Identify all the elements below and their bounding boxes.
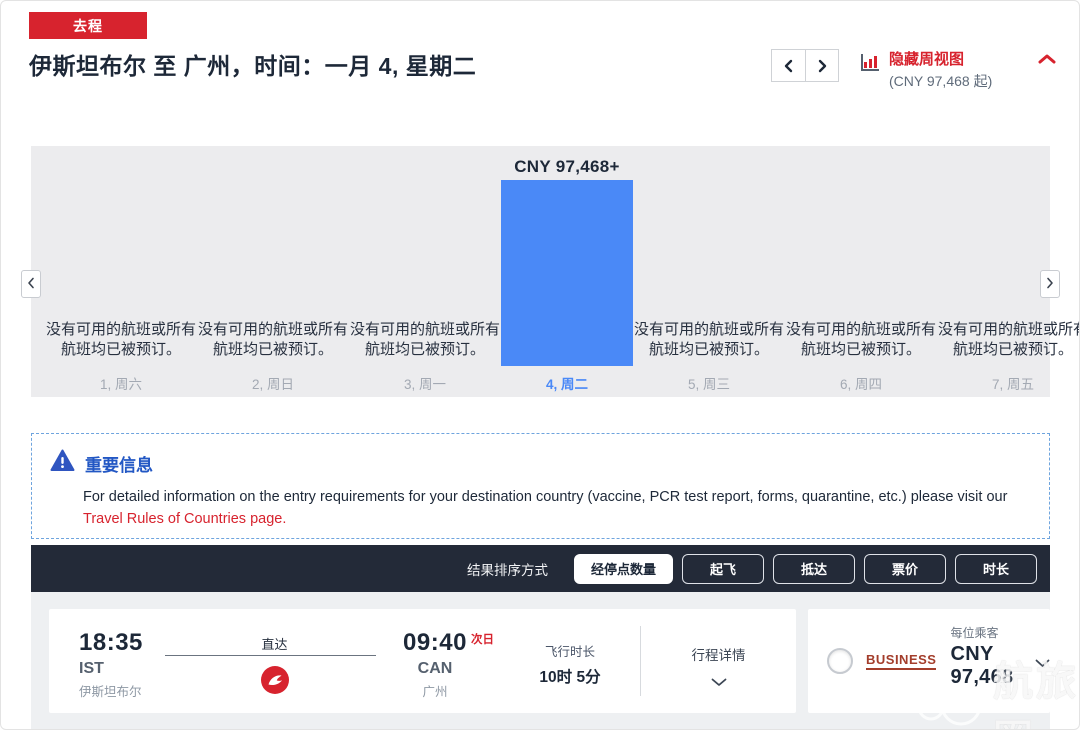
chevron-down-icon [1035,655,1050,673]
sort-button-price[interactable]: 票价 [864,553,946,584]
week-fare-chart: 没有可用的航班或所有航班均已被预订。 1, 周六 没有可用的航班或所有航班均已被… [21,146,1079,397]
sort-button-stops[interactable]: 经停点数量 [573,553,673,584]
chevron-right-icon [1046,277,1054,292]
cabin-class-label[interactable]: BUSINESS [866,652,937,670]
departure-airport-code: IST [79,660,104,677]
no-flights-message: 没有可用的航班或所有航班均已被预订。 [197,321,348,359]
sort-button-arrival[interactable]: 抵达 [773,553,855,584]
chart-day-column-2[interactable]: 没有可用的航班或所有航班均已被预订。 2, 周日 [197,146,349,397]
chevron-down-icon [641,674,796,692]
flight-result-row: 18:35 IST 伊斯坦布尔 直达 09:40 次日 CAN 广州 飞行时长 … [49,609,796,713]
weekview-toggle-label: 隐藏周视图 [889,51,965,68]
tab-outbound-label: 去程 [73,17,103,34]
route-block: 直达 [165,609,376,713]
arrival-block: 09:40 次日 CAN 广州 [370,609,500,713]
day-label-5: 5, 周三 [687,377,730,392]
fare-radio-button[interactable] [827,648,853,674]
sort-button-departure[interactable]: 起飞 [682,553,764,584]
day-label-1: 1, 周六 [99,377,142,392]
no-flights-message: 没有可用的航班或所有航班均已被预订。 [45,321,196,359]
departure-time: 18:35 [79,629,143,656]
weekview-toggle[interactable]: 隐藏周视图 (CNY 97,468 起) [859,48,1056,91]
page-title: 伊斯坦布尔 至 广州，时间：一月 4, 星期二 [29,53,477,79]
fare-card-business: BUSINESS 每位乘客 CNY 97,468 [808,609,1050,713]
fare-bar[interactable] [501,180,633,366]
next-date-button[interactable] [805,49,839,82]
per-passenger-label: 每位乘客 [950,625,999,640]
details-label: 行程详情 [691,648,746,663]
departure-block: 18:35 IST 伊斯坦布尔 [49,609,179,713]
day-label-6: 6, 周四 [839,377,882,392]
sort-label: 结果排序方式 [466,562,548,578]
chart-day-column-3[interactable]: 没有可用的航班或所有航班均已被预订。 3, 周一 [349,146,501,397]
duration-value: 10时 5分 [539,669,601,686]
chevron-left-icon [27,277,35,292]
stops-label: 直达 [261,637,288,652]
week-next-button[interactable] [1040,270,1060,298]
notice-title: 重要信息 [85,455,153,475]
duration-block: 飞行时长 10时 5分 [500,609,640,713]
fare-price: CNY 97,468 [950,642,1014,688]
results-section: 18:35 IST 伊斯坦布尔 直达 09:40 次日 CAN 广州 飞行时长 … [31,592,1050,729]
chevron-right-icon [817,59,828,73]
no-flights-message: 没有可用的航班或所有航班均已被预订。 [937,321,1080,359]
warning-icon [50,449,75,477]
date-nav [771,49,839,82]
chart-day-column-1[interactable]: 没有可用的航班或所有航班均已被预订。 1, 周六 [45,146,197,397]
week-prev-button[interactable] [21,270,41,298]
departure-city: 伊斯坦布尔 [79,685,142,699]
day-label-3: 3, 周一 [403,377,446,392]
airline-logo-icon [260,665,290,700]
day-label-4: 4, 周二 [545,377,588,392]
chart-day-column-4-selected[interactable]: CNY 97,468+ 4, 周二 [501,146,633,397]
day-label-7: 7, 周五 [991,377,1034,392]
tab-outbound[interactable]: 去程 [29,12,147,39]
day-label-2: 2, 周日 [251,377,294,392]
next-day-badge: 次日 [471,634,494,646]
duration-title: 飞行时长 [544,645,595,659]
sort-button-duration[interactable]: 时长 [955,553,1037,584]
no-flights-message: 没有可用的航班或所有航班均已被预订。 [785,321,936,359]
chart-day-column-6[interactable]: 没有可用的航班或所有航班均已被预订。 6, 周四 [785,146,937,397]
bar-chart-icon [859,51,881,78]
route-line [165,655,376,656]
flight-search-page: 去程 伊斯坦布尔 至 广州，时间：一月 4, 星期二 隐藏周视图 (CNY 97… [0,0,1080,730]
weekview-price-from: (CNY 97,468 起) [889,73,993,89]
prev-date-button[interactable] [771,49,805,82]
important-info-box: 重要信息 For detailed information on the ent… [31,433,1050,539]
arrival-airport-code: CAN [417,660,453,677]
fare-bar-label: CNY 97,468+ [514,157,620,176]
no-flights-message: 没有可用的航班或所有航班均已被预订。 [633,321,784,359]
chevron-left-icon [783,59,794,73]
no-flights-message: 没有可用的航班或所有航班均已被预订。 [349,321,500,359]
arrival-city: 广州 [422,685,448,699]
chart-day-column-5[interactable]: 没有可用的航班或所有航班均已被预订。 5, 周三 [633,146,785,397]
price-dropdown[interactable]: 每位乘客 CNY 97,468 [950,624,1050,689]
chevron-up-icon[interactable] [1038,52,1056,70]
travel-rules-link[interactable]: Travel Rules of Countries page. [83,511,286,527]
sort-bar: 结果排序方式 经停点数量 起飞 抵达 票价 时长 [31,545,1050,592]
itinerary-details-toggle[interactable]: 行程详情 [641,609,796,713]
notice-body-text: For detailed information on the entry re… [83,489,1008,505]
